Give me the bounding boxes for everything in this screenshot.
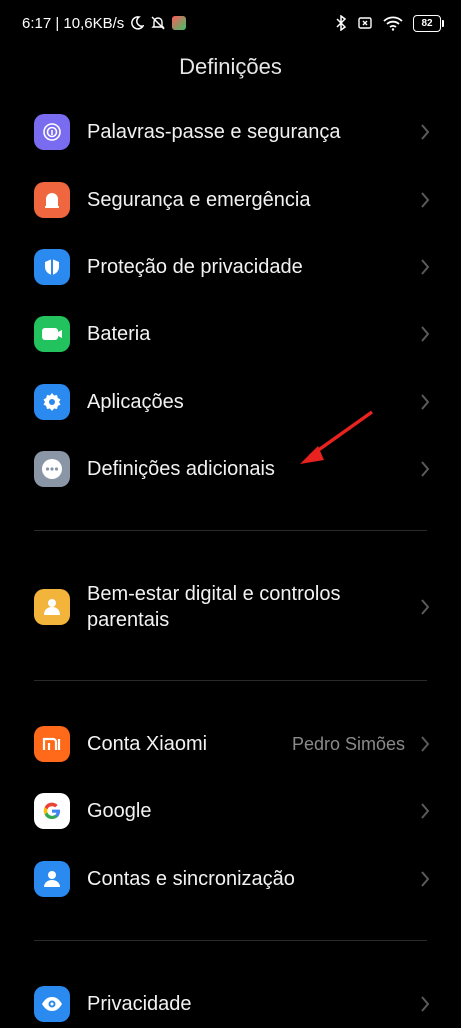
chevron-right-icon bbox=[421, 996, 430, 1012]
wellbeing-icon bbox=[34, 589, 70, 625]
xiaomi-icon bbox=[34, 726, 70, 762]
divider bbox=[34, 530, 427, 531]
settings-item-label: Bateria bbox=[87, 323, 151, 345]
settings-item-digital-wellbeing[interactable]: Bem-estar digital e controlos parentais bbox=[0, 582, 461, 632]
chevron-right-icon bbox=[421, 394, 430, 410]
battery-indicator: 82 bbox=[413, 14, 444, 32]
settings-item-label: Segurança e emergência bbox=[87, 189, 311, 211]
status-bar: 6:17 | 10,6KB/s 82 bbox=[0, 0, 461, 46]
settings-item-label: Contas e sincronização bbox=[87, 868, 295, 890]
eye-icon bbox=[34, 986, 70, 1022]
google-icon bbox=[34, 793, 70, 829]
chevron-right-icon bbox=[421, 736, 430, 752]
chevron-right-icon bbox=[421, 192, 430, 208]
settings-item-battery[interactable]: Bateria bbox=[0, 310, 461, 358]
chevron-right-icon bbox=[421, 803, 430, 819]
status-time-speed: 6:17 | 10,6KB/s bbox=[22, 14, 125, 32]
shield-icon bbox=[34, 249, 70, 285]
chevron-right-icon bbox=[421, 124, 430, 140]
wifi-icon bbox=[383, 16, 403, 31]
page-title: Definições bbox=[179, 54, 282, 79]
app-notification-icon bbox=[172, 16, 187, 30]
battery-icon bbox=[34, 316, 70, 352]
account-name-value: Pedro Simões bbox=[291, 733, 405, 754]
settings-item-google[interactable]: Google bbox=[0, 787, 461, 835]
settings-item-accounts-sync[interactable]: Contas e sincronização bbox=[0, 855, 461, 903]
settings-item-safety-emergency[interactable]: Segurança e emergência bbox=[0, 176, 461, 224]
settings-item-privacy-protection[interactable]: Proteção de privacidade bbox=[0, 243, 461, 291]
settings-item-label: Bem-estar digital e controlos parentais bbox=[87, 583, 341, 631]
settings-item-additional-settings[interactable]: Definições adicionais bbox=[0, 445, 461, 493]
fingerprint-icon bbox=[34, 114, 70, 150]
more-icon bbox=[34, 451, 70, 487]
chevron-right-icon bbox=[421, 326, 430, 342]
settings-item-xiaomi-account[interactable]: Conta Xiaomi Pedro Simões bbox=[0, 720, 461, 768]
chevron-right-icon bbox=[421, 461, 430, 477]
divider bbox=[34, 940, 427, 941]
divider bbox=[34, 680, 427, 681]
settings-item-label: Definições adicionais bbox=[87, 458, 275, 480]
settings-item-privacy[interactable]: Privacidade bbox=[0, 980, 461, 1028]
settings-item-label: Proteção de privacidade bbox=[87, 256, 303, 278]
settings-item-label: Privacidade bbox=[87, 993, 192, 1015]
settings-item-label: Conta Xiaomi bbox=[87, 733, 208, 755]
chevron-right-icon bbox=[421, 259, 430, 275]
bluetooth-icon bbox=[336, 15, 347, 31]
status-left: 6:17 | 10,6KB/s bbox=[22, 14, 187, 32]
no-sim-icon bbox=[358, 17, 372, 29]
settings-item-label: Google bbox=[87, 800, 152, 822]
bell-off-icon bbox=[151, 16, 166, 30]
moon-icon bbox=[131, 16, 145, 30]
account-icon bbox=[34, 861, 70, 897]
status-right: 82 bbox=[335, 14, 444, 32]
settings-item-passwords-security[interactable]: Palavras-passe e segurança bbox=[0, 108, 461, 156]
chevron-right-icon bbox=[421, 599, 430, 615]
settings-item-label: Aplicações bbox=[87, 391, 184, 413]
settings-item-apps[interactable]: Aplicações bbox=[0, 378, 461, 426]
settings-item-label: Palavras-passe e segurança bbox=[87, 121, 341, 143]
red-arrow-annotation bbox=[300, 410, 374, 464]
gear-icon bbox=[34, 384, 70, 420]
emergency-icon bbox=[34, 182, 70, 218]
chevron-right-icon bbox=[421, 871, 430, 887]
